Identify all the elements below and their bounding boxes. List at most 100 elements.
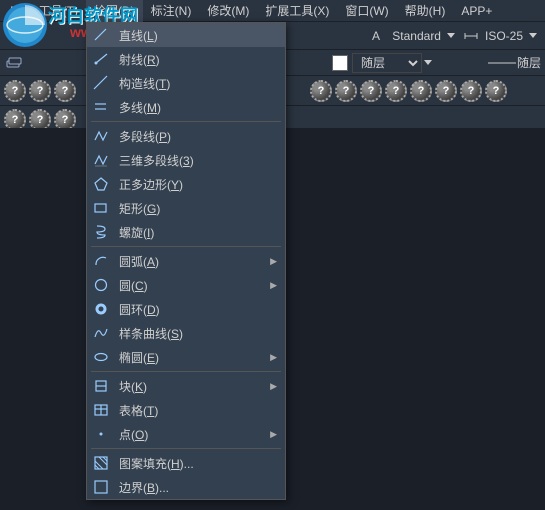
block-icon — [91, 376, 111, 396]
menu-item-polygon[interactable]: 正多边形(Y) — [87, 172, 285, 196]
unknown-tool-icon[interactable]: ? — [385, 80, 407, 102]
draw-menu-dropdown: 直线(L) 射线(R) 构造线(T) 多线(M) 多段线(P) 三维多段线(3) 正多边形(… — [86, 22, 286, 500]
dimstyle-selector[interactable]: ISO-25 — [463, 27, 537, 45]
bylayer-color-swatch[interactable] — [332, 55, 348, 71]
menu-window[interactable]: 窗口(W) — [337, 0, 396, 22]
menu-modify[interactable]: 修改(M) — [199, 0, 257, 22]
menu-item-rect[interactable]: 矩形(G) — [87, 196, 285, 220]
menu-item-xline[interactable]: 构造线(T) — [87, 71, 285, 95]
submenu-arrow-icon: ▶ — [270, 381, 277, 392]
unknown-tool-icon[interactable]: ? — [335, 80, 357, 102]
xline-icon — [91, 73, 111, 93]
menu-divider — [91, 246, 281, 247]
textstyle-icon: A — [370, 28, 386, 44]
menu-divider — [91, 371, 281, 372]
menu-item-helix[interactable]: 螺旋(I) — [87, 220, 285, 244]
unknown-tool-icon[interactable]: ? — [435, 80, 457, 102]
menu-item-label: 圆环(D) — [119, 301, 277, 318]
unknown-tool-icon[interactable]: ? — [29, 80, 51, 102]
circle-icon — [91, 275, 111, 295]
submenu-arrow-icon: ▶ — [270, 352, 277, 363]
chevron-down-icon — [447, 33, 455, 38]
menu-extensions[interactable]: 扩展工具(X) — [257, 0, 337, 22]
ray-icon — [91, 49, 111, 69]
mline-icon — [91, 97, 111, 117]
menu-item-label: 矩形(G) — [119, 200, 277, 217]
menu-divider — [91, 448, 281, 449]
menu-item-label: 表格(T) — [119, 402, 277, 419]
menu-item-3dpoly[interactable]: 三维多段线(3) — [87, 148, 285, 172]
submenu-arrow-icon: ▶ — [270, 429, 277, 440]
menu-item-label: 三维多段线(3) — [119, 152, 277, 169]
menu-item-label: 图案填充(H)... — [119, 455, 277, 472]
linetype-bylayer[interactable]: 随层 — [517, 54, 541, 71]
menu-item-pline[interactable]: 多段线(P) — [87, 124, 285, 148]
menu-item-label: 多线(M) — [119, 99, 277, 116]
menu-item-block[interactable]: 块(K)▶ — [87, 374, 285, 398]
3dpoly-icon — [91, 150, 111, 170]
point-icon — [91, 424, 111, 444]
menu-item-label: 直线(L) — [119, 27, 277, 44]
menu-item-arc[interactable]: 圆弧(A)▶ — [87, 249, 285, 273]
chevron-down-icon — [424, 60, 432, 65]
menu-item-label: 样条曲线(S) — [119, 325, 277, 342]
dimstyle-value: ISO-25 — [479, 27, 529, 45]
polygon-icon — [91, 174, 111, 194]
arc-icon — [91, 251, 111, 271]
menu-item-label: 块(K) — [119, 378, 270, 395]
unknown-tool-icon[interactable]: ? — [460, 80, 482, 102]
helix-icon — [91, 222, 111, 242]
table-icon — [91, 400, 111, 420]
unknown-tool-icon[interactable]: ? — [410, 80, 432, 102]
menu-item-hatch[interactable]: 图案填充(H)... — [87, 451, 285, 475]
svg-text:A: A — [372, 29, 380, 43]
chevron-down-icon — [529, 33, 537, 38]
menu-item-boundary[interactable]: 边界(B)... — [87, 475, 285, 499]
menu-item-label: 多段线(P) — [119, 128, 277, 145]
unknown-tool-icon[interactable]: ? — [485, 80, 507, 102]
submenu-arrow-icon: ▶ — [270, 280, 277, 291]
menu-item-line[interactable]: 直线(L) — [87, 23, 285, 47]
donut-icon — [91, 299, 111, 319]
menu-item-spline[interactable]: 样条曲线(S) — [87, 321, 285, 345]
hatch-icon — [91, 453, 111, 473]
menu-item-label: 螺旋(I) — [119, 224, 277, 241]
menu-item-ray[interactable]: 射线(R) — [87, 47, 285, 71]
spline-icon — [91, 323, 111, 343]
line-icon — [91, 25, 111, 45]
menu-dimension[interactable]: 标注(N) — [143, 0, 200, 22]
menu-item-donut[interactable]: 圆环(D) — [87, 297, 285, 321]
menu-item-ellipse[interactable]: 椭圆(E)▶ — [87, 345, 285, 369]
boundary-icon — [91, 477, 111, 497]
dimstyle-icon — [463, 28, 479, 44]
menu-item-mline[interactable]: 多线(M) — [87, 95, 285, 119]
menu-item-label: 椭圆(E) — [119, 349, 270, 366]
unknown-tool-icon[interactable]: ? — [4, 80, 26, 102]
menu-item-label: 圆弧(A) — [119, 253, 270, 270]
menu-help[interactable]: 帮助(H) — [397, 0, 454, 22]
pline-icon — [91, 126, 111, 146]
unknown-tool-icon[interactable]: ? — [360, 80, 382, 102]
menu-item-label: 边界(B)... — [119, 479, 277, 496]
rect-icon — [91, 198, 111, 218]
menu-item-label: 圆(C) — [119, 277, 270, 294]
menu-item-label: 正多边形(Y) — [119, 176, 277, 193]
menu-item-table[interactable]: 表格(T) — [87, 398, 285, 422]
menu-item-label: 点(O) — [119, 426, 270, 443]
layer-tool-icon[interactable] — [4, 54, 22, 72]
submenu-arrow-icon: ▶ — [270, 256, 277, 267]
textstyle-selector[interactable]: A Standard — [370, 27, 455, 45]
textstyle-value: Standard — [386, 27, 447, 45]
color-bylayer-select[interactable]: 随层 — [352, 53, 422, 73]
menu-item-label: 构造线(T) — [119, 75, 277, 92]
linetype-icon[interactable] — [487, 55, 517, 71]
menu-item-label: 射线(R) — [119, 51, 277, 68]
menu-app[interactable]: APP+ — [453, 1, 500, 21]
ellipse-icon — [91, 347, 111, 367]
menu-item-circle[interactable]: 圆(C)▶ — [87, 273, 285, 297]
site-logo — [0, 0, 50, 50]
unknown-tool-icon[interactable]: ? — [310, 80, 332, 102]
menu-item-point[interactable]: 点(O)▶ — [87, 422, 285, 446]
menu-divider — [91, 121, 281, 122]
unknown-tool-icon[interactable]: ? — [54, 80, 76, 102]
